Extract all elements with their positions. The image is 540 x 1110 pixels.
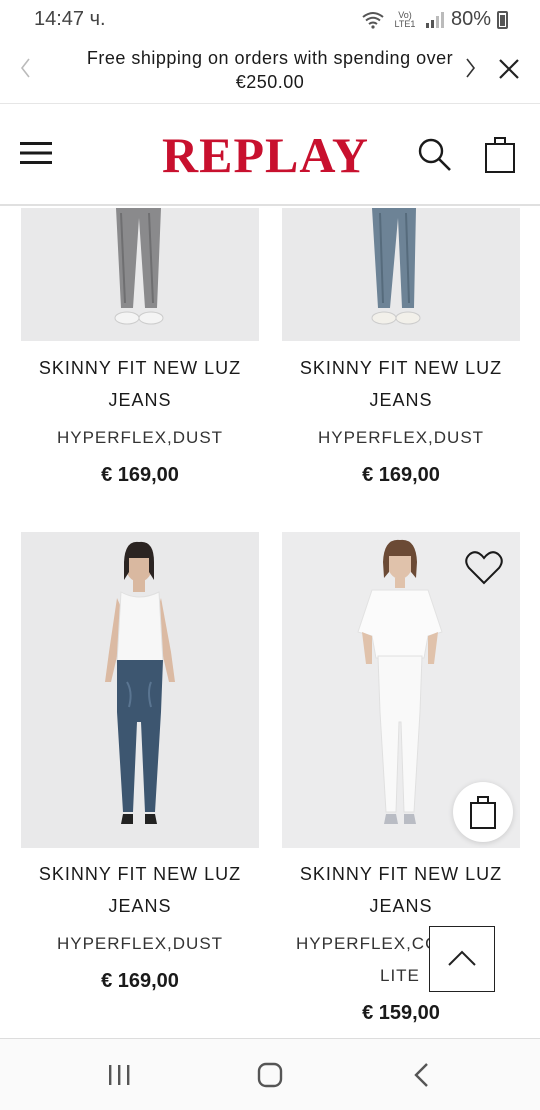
product-price: € 169,00 bbox=[101, 970, 179, 992]
heart-icon[interactable] bbox=[464, 550, 504, 586]
scroll-to-top-button[interactable] bbox=[429, 926, 495, 992]
product-color: HYPERFLEX,DUST bbox=[317, 428, 485, 447]
product-grid: SKINNY FIT NEW LUZ JEANS HYPERFLEX,DUST … bbox=[0, 208, 540, 1038]
site-header: REPLAY bbox=[0, 104, 540, 206]
chevron-right-icon[interactable] bbox=[458, 56, 482, 80]
status-indicators: Vo) LTE1 80% bbox=[361, 8, 508, 31]
product-card[interactable]: SKINNY FIT NEW LUZ JEANS HYPERFLEX,DUST … bbox=[21, 532, 259, 1032]
product-price: € 159,00 bbox=[362, 1002, 440, 1024]
android-nav-bar bbox=[0, 1038, 540, 1110]
status-time: 14:47 ч. bbox=[34, 8, 106, 30]
product-price: € 169,00 bbox=[101, 464, 179, 486]
brand-logo[interactable]: REPLAY bbox=[162, 126, 369, 184]
signal-icon bbox=[425, 11, 444, 28]
product-price: € 169,00 bbox=[362, 464, 440, 486]
back-icon[interactable] bbox=[410, 1061, 434, 1089]
quick-add-bag-button[interactable] bbox=[453, 782, 513, 842]
product-name-line-2[interactable]: JEANS bbox=[272, 384, 530, 416]
product-name-line-2[interactable]: JEANS bbox=[272, 890, 530, 922]
product-image[interactable] bbox=[282, 208, 520, 341]
network-label: Vo) LTE1 bbox=[394, 9, 416, 29]
product-color: HYPERFLEX,DUST bbox=[56, 934, 224, 953]
hamburger-menu-icon[interactable] bbox=[20, 140, 52, 166]
product-name-line-1[interactable]: SKINNY FIT NEW LUZ bbox=[11, 858, 269, 890]
product-name-line-2[interactable]: JEANS bbox=[11, 890, 269, 922]
product-color: HYPERFLEX,DUST bbox=[56, 428, 224, 447]
chevron-left-icon[interactable] bbox=[14, 56, 38, 80]
product-name-line-2[interactable]: JEANS bbox=[11, 384, 269, 416]
product-color: HYPERFLEX,CO bbox=[296, 934, 440, 953]
shopping-bag-icon bbox=[470, 796, 496, 829]
battery-icon bbox=[497, 10, 508, 29]
wifi-icon bbox=[362, 11, 384, 29]
product-image[interactable] bbox=[21, 208, 259, 341]
search-icon[interactable] bbox=[416, 136, 452, 172]
shopping-bag-icon[interactable] bbox=[484, 134, 516, 174]
promo-text: Free shipping on orders with spending ov… bbox=[86, 48, 454, 92]
chevron-up-icon bbox=[448, 950, 476, 966]
close-icon[interactable] bbox=[496, 56, 522, 82]
product-name-line-1[interactable]: SKINNY FIT NEW LUZ bbox=[11, 352, 269, 384]
product-image[interactable] bbox=[21, 532, 259, 848]
product-name-line-1[interactable]: SKINNY FIT NEW LUZ bbox=[272, 858, 530, 890]
promo-banner: Free shipping on orders with spending ov… bbox=[0, 40, 540, 104]
product-image[interactable] bbox=[282, 532, 520, 848]
home-icon[interactable] bbox=[256, 1061, 284, 1089]
battery-percent: 80% bbox=[450, 8, 491, 30]
recent-apps-icon[interactable] bbox=[106, 1063, 132, 1087]
product-name-line-1[interactable]: SKINNY FIT NEW LUZ bbox=[272, 352, 530, 384]
status-bar: 14:47 ч. Vo) LTE1 80% bbox=[0, 0, 540, 40]
